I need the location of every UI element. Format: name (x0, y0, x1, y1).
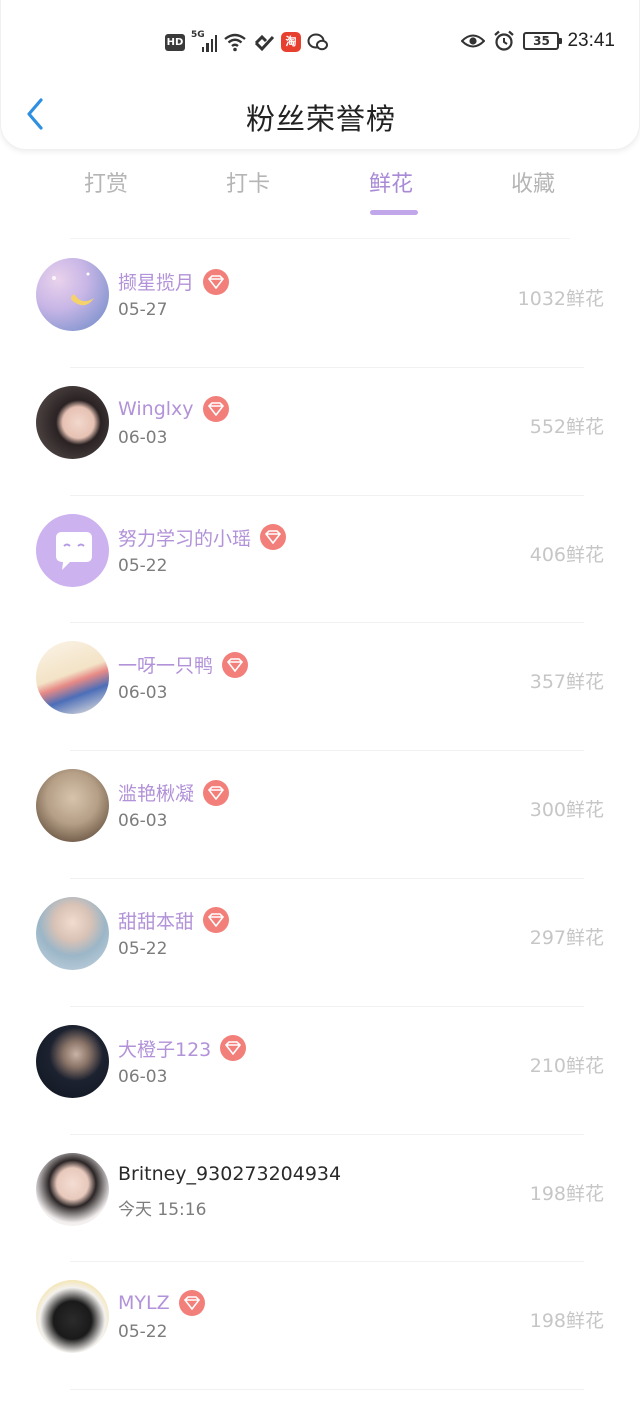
tabs-divider (70, 238, 570, 239)
wechat-icon (307, 33, 328, 51)
flower-count: 1032鲜花 (517, 288, 604, 310)
dark-portrait-avatar[interactable] (36, 1024, 109, 1098)
flower-count: 552鲜花 (529, 415, 604, 438)
list-item[interactable]: MYLZ 05-22 198鲜花 (0, 1262, 640, 1391)
flower-count: 297鲜花 (529, 926, 604, 949)
tab-flowers-label: 鲜花 (368, 172, 413, 197)
list-item[interactable]: 大橙子123 06-03 210鲜花 (0, 1007, 640, 1135)
hearts-icon (254, 34, 275, 52)
diamond-vip-icon (202, 395, 229, 422)
black-cat-avatar[interactable] (36, 1280, 109, 1354)
eye-icon (461, 34, 486, 48)
user-name: 滥艳楸凝 (118, 779, 230, 806)
flower-count: 357鲜花 (529, 671, 604, 694)
diamond-vip-icon (178, 1290, 205, 1317)
user-date: 06-03 (118, 1066, 168, 1087)
user-date: 今天 15:16 (118, 1199, 207, 1220)
battery-icon: 35 (523, 32, 563, 50)
clock-time: 23:41 (567, 30, 615, 51)
network-type-label: 5G (191, 30, 205, 40)
user-date: 05-22 (118, 1322, 168, 1343)
user-date: 05-22 (118, 555, 168, 576)
user-date: 06-03 (118, 427, 168, 448)
user-date: 05-22 (118, 938, 168, 959)
tab-flowers[interactable]: 鲜花 (331, 166, 451, 215)
tab-favorites[interactable]: 收藏 (473, 166, 593, 198)
user-name: 努力学习的小瑶 (118, 524, 287, 551)
man-portrait-avatar[interactable] (36, 1152, 109, 1226)
diamond-vip-icon (220, 1035, 247, 1062)
flower-count: 300鲜花 (529, 799, 604, 822)
hd-icon: HD (165, 33, 185, 51)
tab-reward[interactable]: 打赏 (46, 166, 166, 198)
boy-portrait-avatar[interactable] (36, 896, 109, 970)
flower-count: 406鲜花 (529, 543, 604, 566)
flower-count: 198鲜花 (529, 1310, 604, 1333)
diamond-vip-icon (203, 907, 230, 934)
user-date: 06-03 (118, 811, 168, 832)
list-item[interactable]: 努力学习的小瑶 05-22 406鲜花 (0, 496, 640, 624)
user-name: 撷星揽月 (118, 268, 230, 295)
user-name: MYLZ (118, 1290, 205, 1317)
list-item[interactable]: 一呀一只鸭 06-03 357鲜花 (0, 623, 640, 752)
user-name: Winglxy (118, 395, 229, 422)
tab-bar: 打赏 打卡 鲜花 收藏 (0, 166, 640, 222)
list-item[interactable]: 滥艳楸凝 06-03 300鲜花 (0, 751, 640, 879)
diamond-vip-icon (203, 779, 230, 806)
user-name: 大橙子123 (118, 1035, 247, 1062)
flower-count: 210鲜花 (529, 1054, 604, 1077)
signal-icon: 5G (191, 30, 217, 52)
list-item[interactable]: 撷星揽月 05-27 1032鲜花 (0, 240, 640, 368)
list-item[interactable]: Winglxy 06-03 552鲜花 (0, 368, 640, 496)
active-tab-indicator (370, 210, 418, 215)
wifi-icon (224, 33, 246, 52)
nav-bar: 粉丝荣誉榜 (1, 86, 640, 146)
diamond-vip-icon (203, 268, 230, 295)
page-title: 粉丝荣誉榜 (245, 102, 396, 136)
cartoon-cat-avatar[interactable] (36, 641, 109, 715)
fan-ranking-list: 撷星揽月 05-27 1032鲜花 Winglxy 06-03 552鲜花 努力… (0, 240, 640, 1391)
diamond-vip-icon (260, 524, 287, 551)
flower-count: 198鲜花 (529, 1182, 604, 1205)
list-item[interactable]: Britney_930273204934 今天 15:16 198鲜花 (0, 1135, 640, 1263)
alarm-icon (494, 30, 515, 51)
header-card: HD 5G 淘 35 23:41 粉丝荣誉榜 (0, 0, 640, 150)
taobao-app-icon: 淘 (281, 32, 301, 52)
user-name: 甜甜本甜 (118, 907, 230, 934)
user-name: 一呀一只鸭 (118, 651, 249, 678)
list-item[interactable]: 甜甜本甜 05-22 297鲜花 (0, 879, 640, 1007)
ferris-wheel-avatar[interactable] (36, 769, 109, 843)
girl-portrait-avatar[interactable] (36, 385, 109, 459)
diamond-vip-icon (222, 651, 249, 678)
user-name: Britney_930273204934 (118, 1162, 342, 1185)
user-date: 05-27 (118, 300, 168, 320)
tab-checkin[interactable]: 打卡 (188, 166, 308, 198)
moon-night-avatar[interactable] (36, 258, 109, 331)
user-date: 06-03 (118, 683, 168, 704)
status-bar: HD 5G 淘 35 23:41 (1, 28, 640, 62)
default-chat-avatar[interactable] (36, 513, 109, 587)
